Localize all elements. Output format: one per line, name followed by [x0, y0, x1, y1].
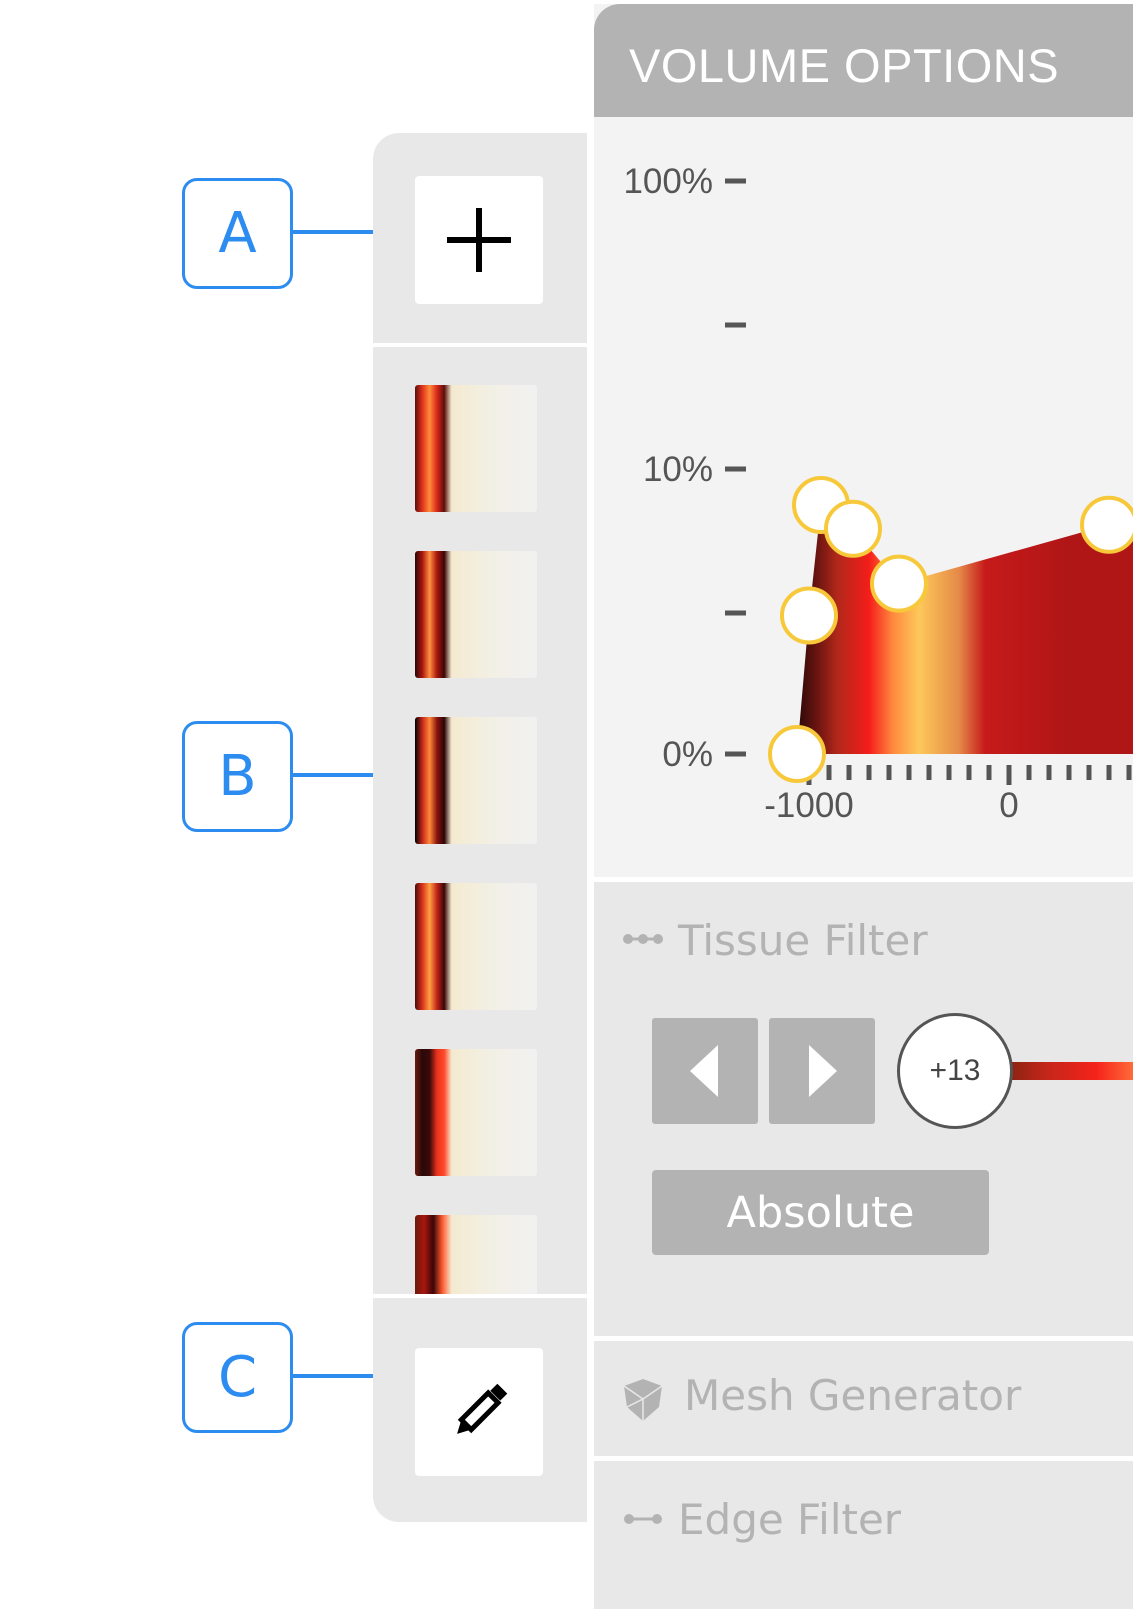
control-point-4[interactable] [870, 554, 928, 613]
edge-connector-icon [624, 1514, 662, 1524]
x-minor-tick [826, 765, 832, 780]
callout-c: C [182, 1322, 293, 1433]
x-minor-tick [1126, 765, 1132, 780]
x-minor-tick [1106, 765, 1112, 780]
colormap-swatch-5[interactable] [415, 1049, 537, 1176]
x-major-tick [1006, 765, 1012, 785]
control-point-3[interactable] [824, 499, 882, 558]
x-minor-tick [946, 765, 952, 780]
volume-options-header: VOLUME OPTIONS [594, 4, 1133, 117]
tissue-filter-title[interactable]: Tissue Filter [678, 916, 928, 965]
y-tick-1 [725, 322, 746, 328]
previous-button[interactable] [652, 1018, 758, 1124]
colormap-swatch-1[interactable] [415, 385, 537, 512]
y-tick-label-4: 0% [662, 735, 713, 774]
next-button[interactable] [769, 1018, 875, 1124]
edit-colormap-button[interactable] [415, 1348, 543, 1476]
add-section [373, 133, 587, 343]
volume-options-title: VOLUME OPTIONS [629, 39, 1060, 92]
colormap-palette-panel [373, 133, 587, 1522]
absolute-mode-button[interactable]: Absolute [652, 1170, 989, 1255]
volume-options-panel: VOLUME OPTIONS 100% 10% 0% -1000 0 Tissue Fi… [594, 4, 1133, 1609]
edge-filter-title[interactable]: Edge Filter [678, 1495, 901, 1544]
callout-b: B [182, 721, 293, 832]
x-minor-tick [966, 765, 972, 780]
next-icon [809, 1045, 837, 1097]
mesh-generator-section[interactable]: Mesh Generator [594, 1341, 1133, 1456]
control-point-1[interactable] [780, 586, 838, 645]
callout-a: A [182, 178, 293, 289]
colormap-swatch-3[interactable] [415, 717, 537, 844]
control-point-5[interactable] [1080, 495, 1133, 554]
y-tick-2 [725, 466, 746, 472]
x-minor-tick [886, 765, 892, 780]
mesh-cube-icon [623, 1379, 663, 1421]
x-tick-label-1: 0 [999, 786, 1018, 825]
y-tick-label-0: 100% [623, 162, 713, 201]
add-colormap-button[interactable] [415, 176, 543, 304]
x-minor-tick [846, 765, 852, 780]
colormap-swatch-6[interactable] [415, 1215, 537, 1294]
control-point-0[interactable] [768, 725, 826, 783]
x-minor-tick [1066, 765, 1072, 780]
callout-b-label: B [218, 744, 257, 809]
y-tick-label-2: 10% [643, 450, 713, 489]
callout-a-label: A [218, 201, 257, 266]
x-tick-label-0: -1000 [764, 786, 854, 825]
x-minor-tick [906, 765, 912, 780]
x-minor-tick [1086, 765, 1092, 780]
pencil-icon [457, 1383, 508, 1434]
edge-filter-section[interactable]: Edge Filter [594, 1461, 1133, 1609]
three-dot-connector-icon [623, 934, 663, 944]
plus-icon [447, 208, 511, 272]
x-minor-tick [986, 765, 992, 780]
transfer-function-chart[interactable]: 100% 10% 0% -1000 0 [594, 117, 1133, 901]
transfer-function-svg[interactable]: 100% 10% 0% -1000 0 [594, 117, 1133, 901]
tissue-filter-slider-track[interactable] [1010, 1062, 1133, 1080]
y-tick-4 [725, 751, 746, 757]
tissue-filter-section: Tissue Filter +13 Absolute [594, 882, 1133, 1336]
y-tick-3 [725, 610, 746, 616]
previous-icon [690, 1045, 718, 1097]
x-minor-tick [926, 765, 932, 780]
colormap-swatch-2[interactable] [415, 551, 537, 678]
y-tick-0 [725, 178, 746, 184]
x-minor-tick [866, 765, 872, 780]
x-minor-tick [1046, 765, 1052, 780]
edit-section [373, 1299, 587, 1522]
mesh-generator-title[interactable]: Mesh Generator [684, 1371, 1021, 1420]
tissue-filter-slider-handle[interactable]: +13 [897, 1013, 1013, 1129]
colormap-swatch-4[interactable] [415, 883, 537, 1010]
callout-c-label: C [217, 1345, 258, 1410]
x-minor-tick [1026, 765, 1032, 780]
colormap-swatch-list[interactable] [373, 347, 587, 1294]
palette-divider-bottom [373, 1294, 587, 1298]
